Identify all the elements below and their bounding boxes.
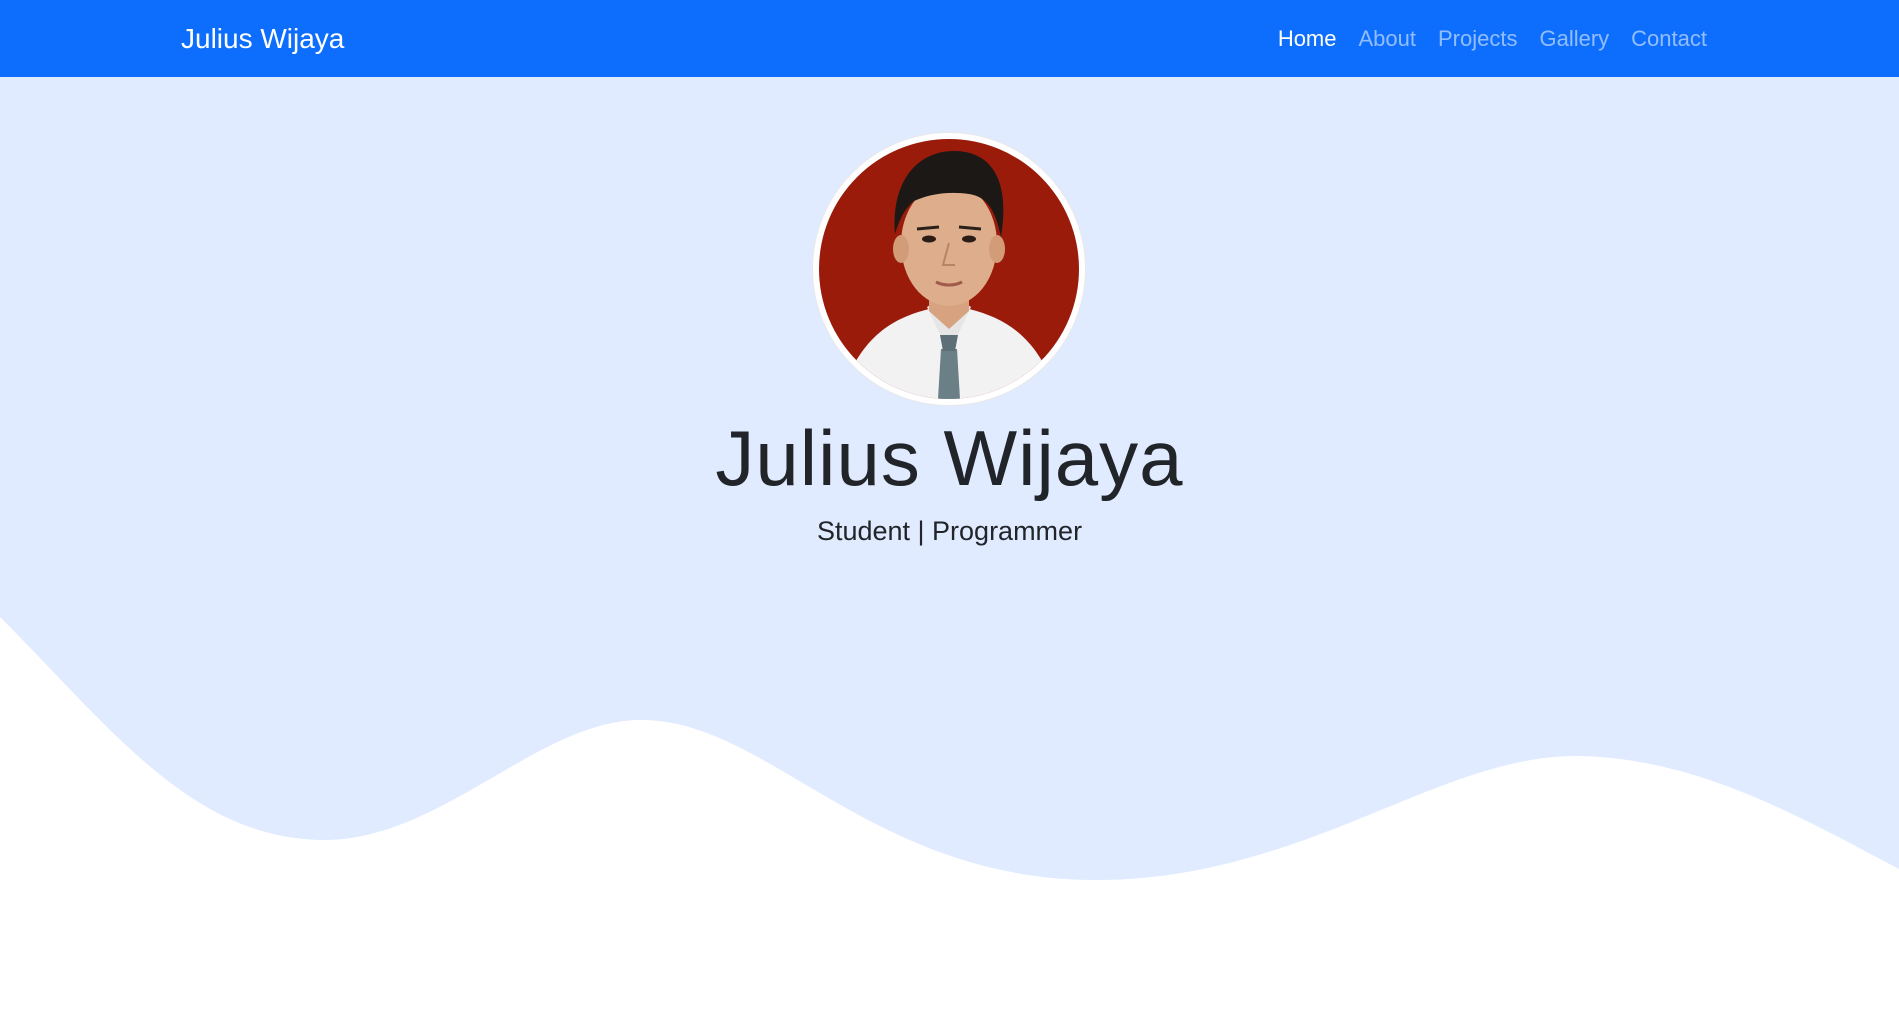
hero-subtitle: Student | Programmer	[816, 516, 1083, 546]
nav-link-contact[interactable]: Contact	[1631, 23, 1707, 55]
hero-section: Julius Wijaya Student | Programmer	[0, 77, 1899, 1021]
nav-link-projects[interactable]: Projects	[1438, 23, 1517, 55]
nav-link-gallery[interactable]: Gallery	[1539, 23, 1609, 55]
hero-name: Julius Wijaya	[715, 414, 1184, 502]
nav-link-home[interactable]: Home	[1278, 23, 1337, 55]
profile-photo-icon	[819, 139, 1079, 399]
nav-link-about[interactable]: About	[1359, 23, 1417, 55]
navbar: Julius Wijaya Home About Projects Galler…	[0, 0, 1899, 77]
navbar-brand[interactable]: Julius Wijaya	[181, 22, 344, 56]
nav-links: Home About Projects Gallery Contact	[1278, 23, 1707, 55]
avatar	[813, 133, 1085, 405]
